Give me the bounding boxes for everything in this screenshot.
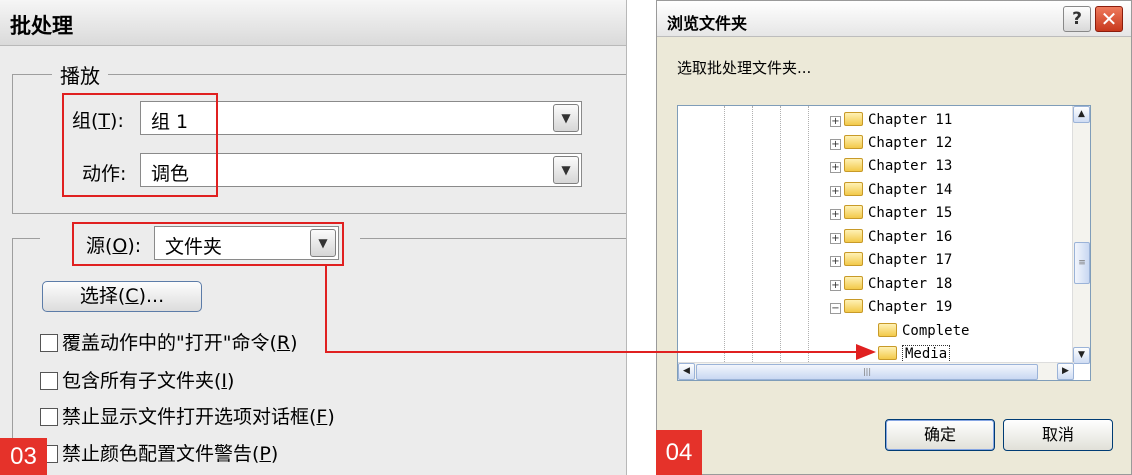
folder-icon xyxy=(844,158,863,172)
folder-tree[interactable]: + Chapter 11 + Chapter 12 + Chapter 13 + Cha… xyxy=(677,105,1091,381)
tree-item-chapter-16[interactable]: + Chapter 16 xyxy=(830,226,952,249)
tree-vertical-scrollbar[interactable]: ▲ ≡ ▼ xyxy=(1072,106,1090,364)
step-badge-04: 04 xyxy=(656,430,702,475)
include-subfolders-checkbox[interactable]: 包含所有子文件夹(I) xyxy=(40,366,234,392)
tree-item-chapter-19[interactable]: − Chapter 19 xyxy=(830,296,952,319)
collapse-icon[interactable]: − xyxy=(830,303,841,314)
override-open-checkbox[interactable]: 覆盖动作中的"打开"命令(R) xyxy=(40,328,298,354)
tree-horizontal-scrollbar[interactable]: ◀ ||| ▶ xyxy=(678,362,1074,380)
folder-icon xyxy=(844,205,863,219)
play-legend: 播放 xyxy=(52,60,108,89)
ok-button[interactable]: 确定 xyxy=(885,419,995,451)
tree-item-chapter-11[interactable]: + Chapter 11 xyxy=(830,109,952,132)
folder-icon xyxy=(844,229,863,243)
folder-icon xyxy=(844,252,863,266)
expand-icon[interactable]: + xyxy=(830,280,841,291)
help-icon[interactable]: ? xyxy=(1063,6,1091,32)
expand-icon[interactable]: + xyxy=(830,186,841,197)
batch-dialog: 批处理 播放 组(T): 组 1 ▼ 动作: 调色 ▼ 源(O): 文件夹 ▼ … xyxy=(0,0,627,475)
checkbox-box[interactable] xyxy=(40,372,58,390)
folder-icon xyxy=(844,182,863,196)
highlight-box-group-action xyxy=(62,93,218,197)
tree-item-chapter-14[interactable]: + Chapter 14 xyxy=(830,179,952,202)
browse-dialog-title: 浏览文件夹 xyxy=(657,1,1131,37)
browse-prompt: 选取批处理文件夹... xyxy=(677,59,812,77)
chevron-down-icon[interactable]: ▼ xyxy=(553,104,579,132)
expand-icon[interactable]: + xyxy=(830,256,841,267)
suppress-color-profile-checkbox[interactable]: 禁止颜色配置文件警告(P) xyxy=(40,439,278,465)
scroll-left-icon[interactable]: ◀ xyxy=(678,363,695,380)
browse-folder-dialog: 浏览文件夹 ? ✕ 选取批处理文件夹... + Chapter 11 + Chapt… xyxy=(656,0,1132,475)
expand-icon[interactable]: + xyxy=(830,233,841,244)
scroll-down-icon[interactable]: ▼ xyxy=(1073,347,1090,364)
expand-icon[interactable]: + xyxy=(830,116,841,127)
folder-icon xyxy=(844,112,863,126)
folder-icon xyxy=(844,135,863,149)
cancel-button[interactable]: 取消 xyxy=(1003,419,1113,451)
tree-guide-line xyxy=(808,106,809,362)
checkbox-box[interactable] xyxy=(40,408,58,426)
folder-open-icon xyxy=(844,299,863,313)
choose-folder-button[interactable]: 选择(C)... xyxy=(42,281,202,312)
selected-folder-label: Media xyxy=(902,345,951,363)
folder-icon xyxy=(878,346,897,360)
scroll-up-icon[interactable]: ▲ xyxy=(1073,106,1090,123)
chevron-down-icon[interactable]: ▼ xyxy=(553,156,579,184)
batch-dialog-title: 批处理 xyxy=(0,0,626,46)
suppress-open-options-checkbox[interactable]: 禁止显示文件打开选项对话框(F) xyxy=(40,402,335,428)
tree-guide-line xyxy=(724,106,725,362)
tree-item-chapter-18[interactable]: + Chapter 18 xyxy=(830,273,952,296)
scroll-right-icon[interactable]: ▶ xyxy=(1057,363,1074,380)
expand-icon[interactable]: + xyxy=(830,139,841,150)
close-icon[interactable]: ✕ xyxy=(1095,6,1123,32)
folder-icon xyxy=(844,276,863,290)
checkbox-box[interactable] xyxy=(40,334,58,352)
expand-icon[interactable]: + xyxy=(830,162,841,173)
scroll-thumb[interactable]: ≡ xyxy=(1074,242,1090,284)
tree-guide-line xyxy=(752,106,753,362)
tree-item-chapter-15[interactable]: + Chapter 15 xyxy=(830,202,952,225)
step-badge-03: 03 xyxy=(0,438,47,475)
expand-icon[interactable]: + xyxy=(830,209,841,220)
highlight-box-source xyxy=(72,222,344,266)
tree-item-chapter-17[interactable]: + Chapter 17 xyxy=(830,249,952,272)
tree-item-chapter-12[interactable]: + Chapter 12 xyxy=(830,132,952,155)
scroll-thumb[interactable]: ||| xyxy=(696,364,1038,380)
tree-item-chapter-13[interactable]: + Chapter 13 xyxy=(830,155,952,178)
folder-icon xyxy=(878,323,897,337)
tree-guide-line xyxy=(780,106,781,362)
tree-item-complete[interactable]: Complete xyxy=(878,320,969,343)
